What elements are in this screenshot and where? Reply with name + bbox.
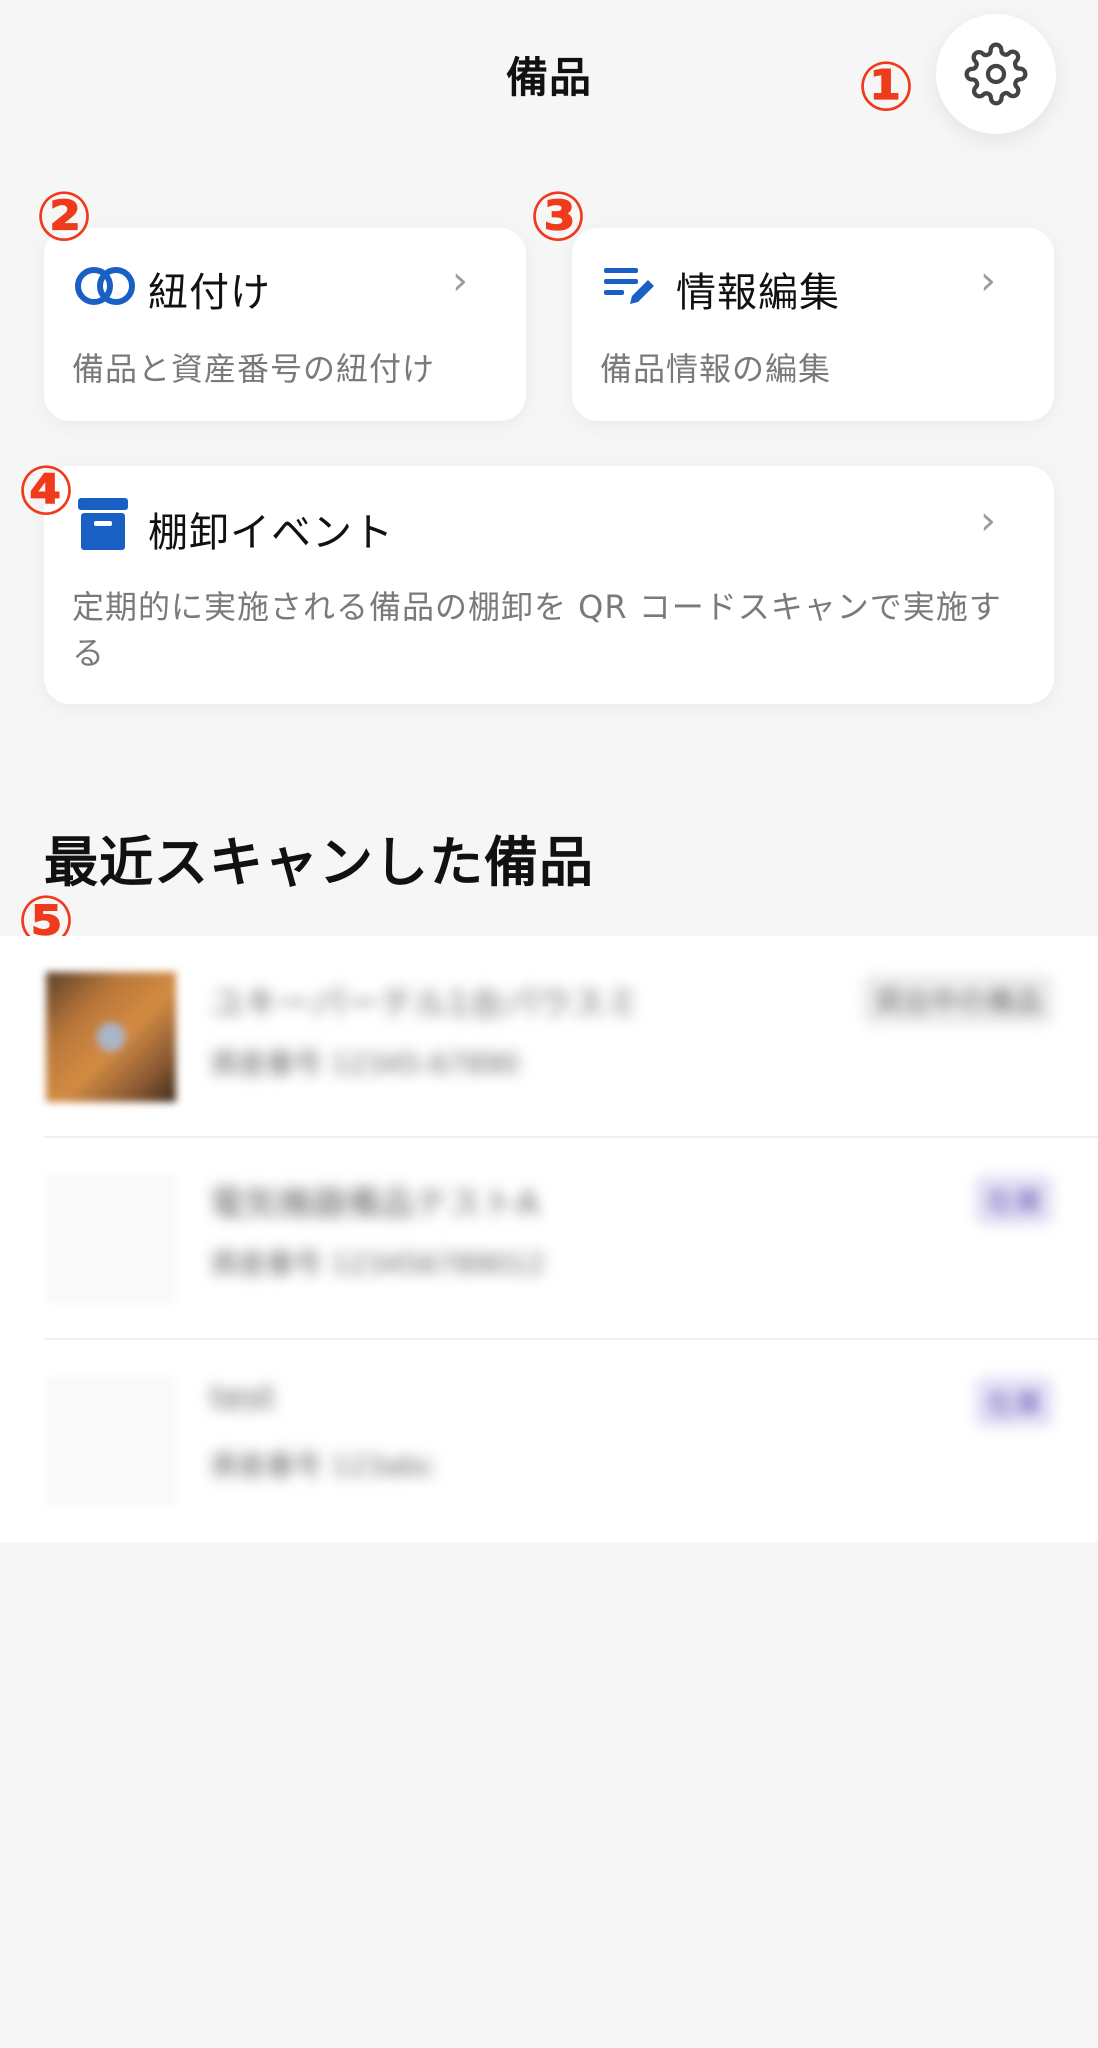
recent-section-title: 最近スキャンした備品	[44, 831, 594, 894]
item-thumbnail	[46, 972, 176, 1102]
link-card-title: 紐付け	[148, 270, 271, 316]
edit-list-icon	[604, 268, 654, 304]
edit-card[interactable]: 情報編集 › 備品情報の編集	[572, 228, 1054, 421]
gear-icon	[964, 42, 1028, 106]
page-title: 備品	[505, 53, 592, 102]
item-thumbnail	[46, 1174, 176, 1304]
item-name: test	[210, 1378, 276, 1418]
item-name: ユキーパーテル1台パウスミ	[210, 984, 640, 1024]
chevron-right-icon: ›	[980, 258, 996, 304]
list-item[interactable]: test 資産番号 123abc 在庫	[0, 1340, 1098, 1540]
recent-items-list: ユキーパーテル1台パウスミ 資産番号 12345-67890 貸出中の備品 電気…	[0, 936, 1098, 1542]
annotation-marker-3: ③	[529, 178, 587, 257]
edit-card-title: 情報編集	[676, 270, 840, 316]
status-badge: 在庫	[973, 1376, 1054, 1428]
item-name: 電気機器備品テストA	[210, 1184, 540, 1224]
list-item[interactable]: ユキーパーテル1台パウスミ 資産番号 12345-67890 貸出中の備品	[0, 936, 1098, 1136]
chevron-right-icon: ›	[980, 498, 996, 544]
chevron-right-icon: ›	[452, 258, 468, 304]
inventory-card-desc: 定期的に実施される備品の棚卸を QR コードスキャンで実施する	[72, 588, 1002, 672]
annotation-marker-2: ②	[35, 178, 93, 257]
item-thumbnail	[46, 1376, 176, 1506]
settings-button[interactable]	[936, 14, 1056, 134]
inventory-card[interactable]: 棚卸イベント › 定期的に実施される備品の棚卸を QR コードスキャンで実施する	[44, 466, 1054, 704]
annotation-marker-4: ④	[17, 452, 75, 531]
status-badge: 在庫	[973, 1174, 1054, 1226]
link-card-desc: 備品と資産番号の紐付け	[72, 350, 436, 388]
item-meta: 資産番号 12345-67890	[210, 1047, 520, 1080]
edit-card-desc: 備品情報の編集	[600, 350, 832, 388]
item-meta: 資産番号 123abc	[210, 1449, 435, 1482]
annotation-marker-1: ①	[857, 48, 915, 127]
item-meta: 資産番号 123456789012	[210, 1247, 545, 1280]
status-badge: 貸出中の備品	[861, 974, 1054, 1026]
list-item[interactable]: 電気機器備品テストA 資産番号 123456789012 在庫	[0, 1138, 1098, 1338]
link-rings-icon	[75, 267, 135, 305]
link-card[interactable]: 紐付け › 備品と資産番号の紐付け	[44, 228, 526, 421]
inventory-card-title: 棚卸イベント	[148, 510, 394, 556]
